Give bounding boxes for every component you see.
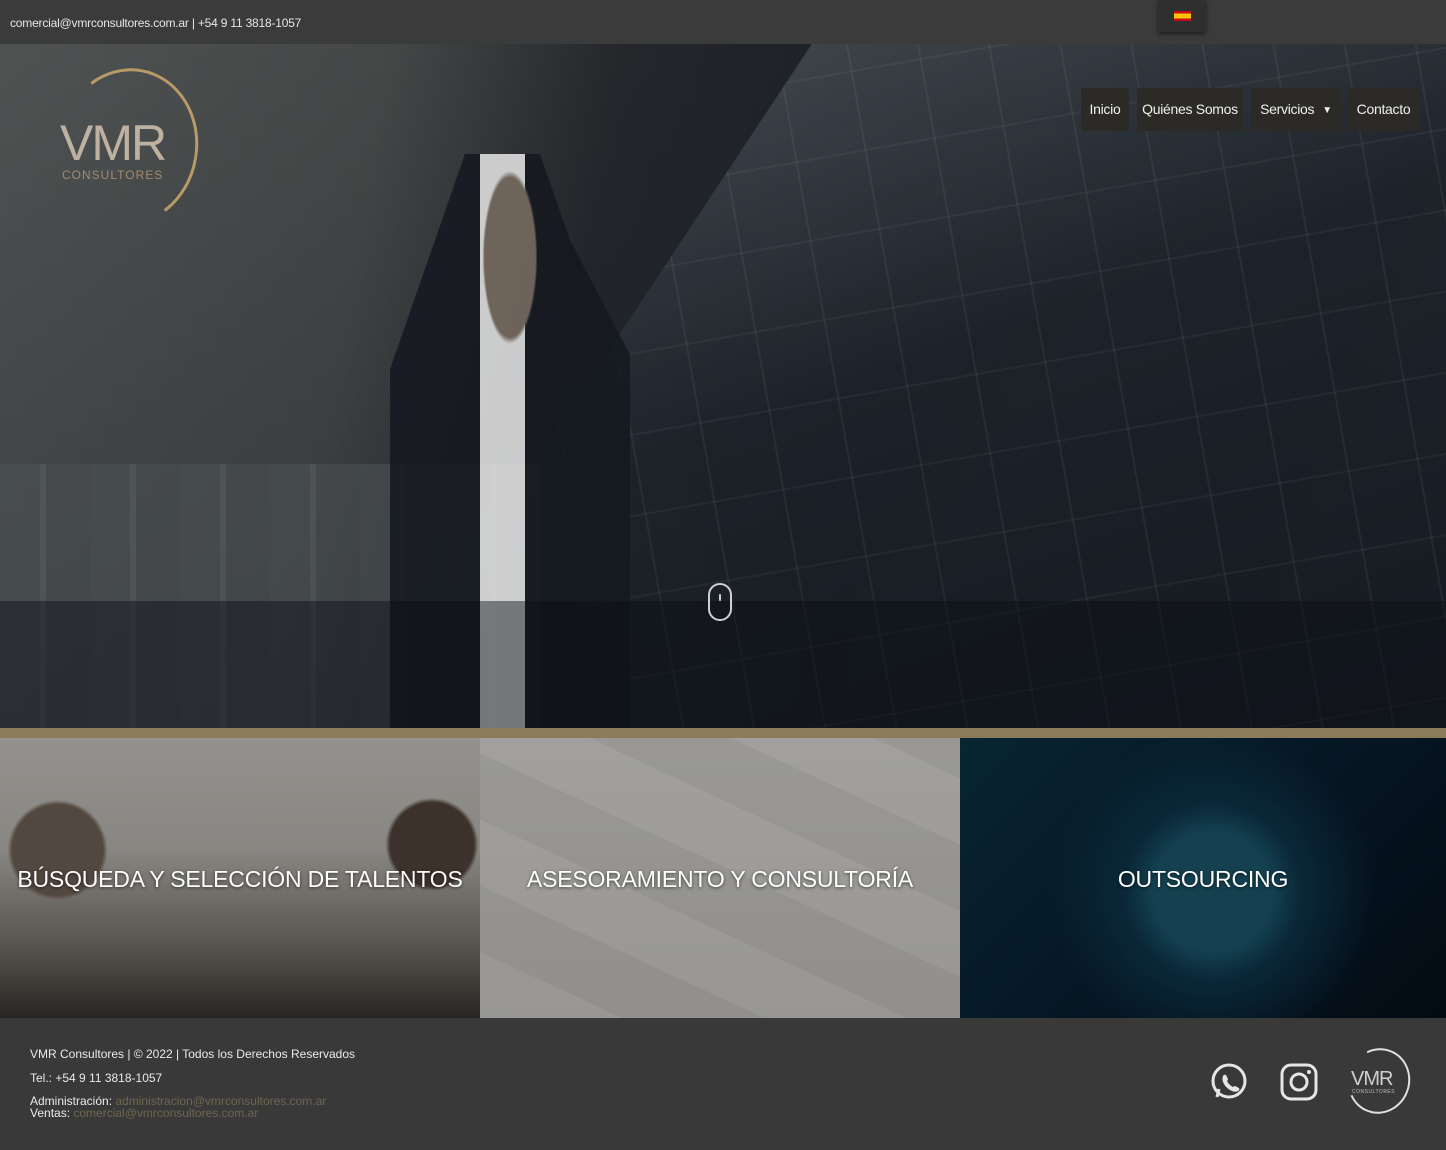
service-card-outsourcing[interactable]: OUTSOURCING xyxy=(960,738,1446,1018)
instagram-icon[interactable] xyxy=(1279,1062,1319,1102)
spain-flag-icon xyxy=(1174,11,1191,21)
mouse-wheel xyxy=(719,594,721,601)
site-logo[interactable]: VMR CONSULTORES xyxy=(45,57,211,237)
footer-sales: Ventas: comercial@vmrconsultores.com.ar xyxy=(30,1106,259,1120)
footer-copyright: VMR Consultores | © 2022 | Todos los Der… xyxy=(30,1047,356,1061)
services-section: BÚSQUEDA Y SELECCIÓN DE TALENTOS ASESORA… xyxy=(0,738,1446,1018)
footer-logo-subtext: CONSULTORES xyxy=(1352,1089,1396,1095)
scroll-down-mouse-icon[interactable] xyxy=(708,583,732,621)
logo-subtext: CONSULTORES xyxy=(62,168,164,182)
nav-servicios[interactable]: Servicios ▼ xyxy=(1251,88,1341,131)
service-title: OUTSOURCING xyxy=(1117,866,1289,892)
sales-email-link[interactable]: comercial@vmrconsultores.com.ar xyxy=(73,1106,258,1120)
footer-logo[interactable]: VMR CONSULTORES xyxy=(1338,1039,1420,1123)
service-card-asesoramiento[interactable]: ASESORAMIENTO Y CONSULTORÍA xyxy=(480,738,960,1018)
whatsapp-icon[interactable] xyxy=(1209,1062,1249,1102)
service-title: ASESORAMIENTO Y CONSULTORÍA xyxy=(526,866,914,892)
gold-divider xyxy=(0,728,1446,738)
nav-quienes-somos[interactable]: Quiénes Somos xyxy=(1137,88,1243,131)
hero-banner xyxy=(0,44,1446,728)
logo-text: VMR xyxy=(60,115,167,171)
language-selector[interactable] xyxy=(1158,0,1206,32)
footer-phone: Tel.: +54 9 11 3818-1057 xyxy=(30,1071,163,1085)
chevron-down-icon: ▼ xyxy=(1322,104,1332,116)
nav-inicio[interactable]: Inicio xyxy=(1081,88,1129,131)
service-title: BÚSQUEDA Y SELECCIÓN DE TALENTOS xyxy=(17,866,463,892)
footer-logo-text: VMR xyxy=(1351,1068,1393,1090)
top-contact-bar: comercial@vmrconsultores.com.ar | +54 9 … xyxy=(0,0,1446,44)
nav-contacto[interactable]: Contacto xyxy=(1347,88,1420,131)
service-card-busqueda[interactable]: BÚSQUEDA Y SELECCIÓN DE TALENTOS xyxy=(0,738,480,1018)
top-contact-text[interactable]: comercial@vmrconsultores.com.ar | +54 9 … xyxy=(10,16,301,30)
